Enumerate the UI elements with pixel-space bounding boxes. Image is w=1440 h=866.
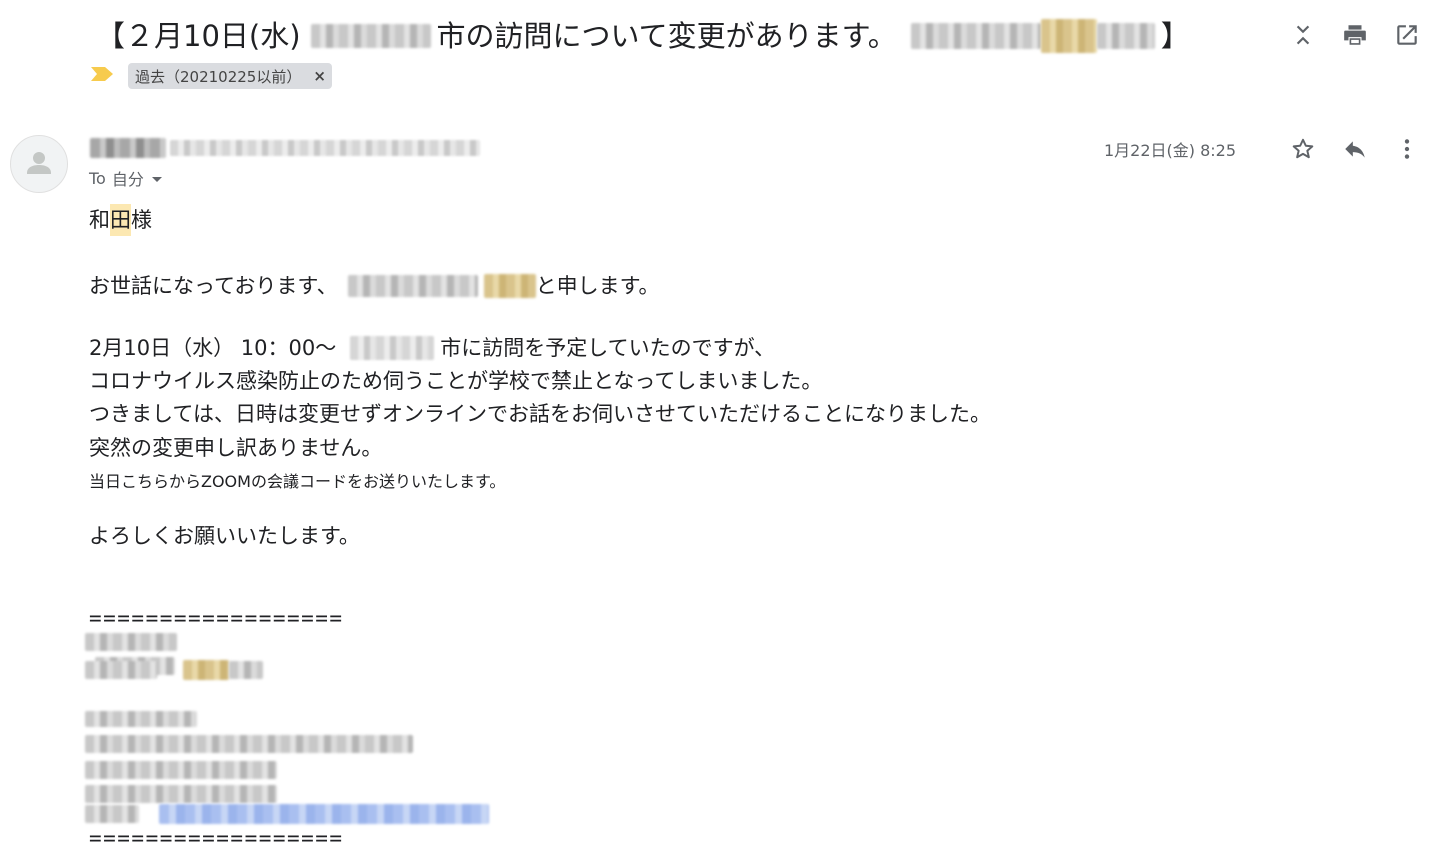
- more-vert-icon[interactable]: [1394, 136, 1420, 162]
- label-importance-arrow-icon[interactable]: [90, 65, 114, 87]
- redacted-sender-org: [347, 275, 478, 297]
- person-icon: [27, 152, 51, 174]
- message-meta: 1月22日(金) 8:25: [1104, 136, 1420, 162]
- redacted-signature-title: [85, 660, 263, 680]
- redacted-sender-surname: [483, 274, 536, 298]
- reply-icon[interactable]: [1342, 136, 1368, 162]
- recipients-row[interactable]: To 自分: [89, 166, 164, 190]
- redacted-signature-org: [85, 708, 197, 732]
- redacted-subject-end: [1096, 23, 1155, 49]
- label-chip[interactable]: 過去（20210225以前） ×: [128, 63, 332, 89]
- greeting-pre: 和: [89, 208, 110, 232]
- paragraph-line-1: 2月10日（水） 10：00〜 市に訪問を予定していたのですが、: [89, 332, 775, 364]
- greeting: 和田様: [89, 204, 152, 236]
- label-name: 過去（20210225以前）: [135, 67, 302, 86]
- print-icon[interactable]: [1342, 22, 1368, 48]
- intro-line: お世話になっております、 と申します。: [89, 270, 660, 302]
- message-date: 1月22日(金) 8:25: [1103, 141, 1236, 160]
- chevron-down-icon[interactable]: [150, 169, 164, 188]
- p1-date: 2月10日（水） 10：00〜: [89, 336, 337, 360]
- label-row: 過去（20210225以前） ×: [90, 63, 332, 89]
- redacted-email-link[interactable]: [159, 804, 489, 824]
- signature-separator-bottom: ==================: [89, 826, 344, 850]
- closing-line: よろしくお願いいたします。: [89, 524, 360, 548]
- redacted-signature-phone: [85, 760, 277, 784]
- p1-text: 市に訪問を予定していたのですが、: [440, 336, 776, 360]
- redacted-city: [310, 24, 431, 48]
- redacted-subject-tail: [910, 23, 1041, 49]
- sender-info[interactable]: [90, 138, 480, 162]
- expand-collapse-icon[interactable]: [1290, 22, 1316, 48]
- open-in-new-window-icon[interactable]: [1394, 22, 1420, 48]
- email-subject: 【２月10日(水) 市の訪問について変更があります。 】: [96, 14, 1190, 58]
- redacted-highlight: [1040, 19, 1097, 53]
- redacted-signature-address: [85, 734, 413, 758]
- redacted-city-body: [350, 336, 435, 360]
- subject-part-close: 】: [1160, 19, 1190, 53]
- paragraph-line-4: 突然の変更申し訳ありません。: [89, 436, 383, 460]
- paragraph-line-5: 当日こちらからZOOMの会議コードをお送りいたします。: [89, 472, 506, 491]
- redacted-sender-email: [170, 140, 480, 156]
- to-recipient: 自分: [111, 170, 144, 189]
- subject-part-main: 市の訪問について変更があります。: [436, 19, 897, 53]
- intro-pre: お世話になっております、: [89, 274, 338, 298]
- subject-part-date: 【２月10日(水): [96, 19, 301, 53]
- paragraph-line-3: つきましては、日時は変更せずオンラインでお話をお伺いさせていただけることになりま…: [89, 402, 991, 426]
- greeting-post: 様: [131, 208, 152, 232]
- intro-post: と申します。: [535, 274, 660, 298]
- to-prefix: To: [89, 168, 106, 188]
- avatar[interactable]: [10, 135, 68, 193]
- greeting-highlight: 田: [110, 204, 131, 236]
- thread-actions: [1290, 22, 1420, 48]
- remove-label-icon[interactable]: ×: [313, 67, 326, 85]
- redacted-sender-name: [90, 138, 166, 158]
- paragraph-line-2: コロナウイルス感染防止のため伺うことが学校で禁止となってしまいました。: [89, 369, 823, 393]
- star-icon[interactable]: [1290, 136, 1316, 162]
- signature-separator-top: ==================: [89, 606, 344, 630]
- redacted-signature-email: [85, 804, 489, 824]
